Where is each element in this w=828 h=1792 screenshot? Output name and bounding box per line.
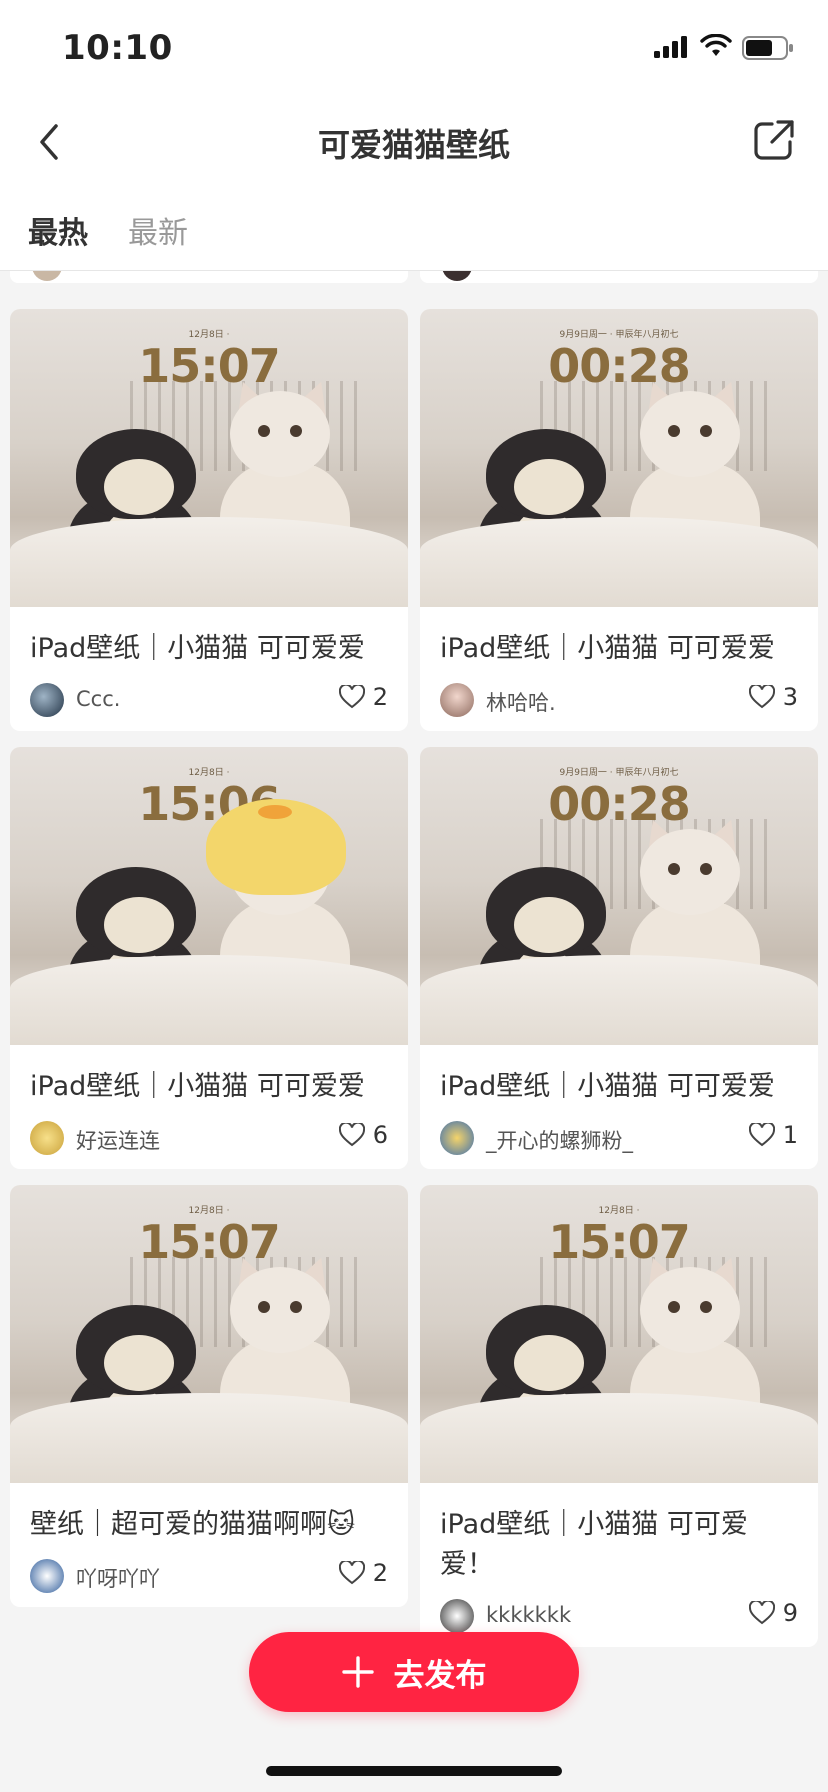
- previous-card-peek: [10, 271, 408, 283]
- card-author[interactable]: 好运连连: [76, 1125, 160, 1155]
- like-button[interactable]: 3: [748, 683, 798, 711]
- tab-bar: 最热 最新: [0, 188, 828, 271]
- card-title: iPad壁纸｜小猫猫 可可爱爱: [440, 1071, 775, 1102]
- page-title: 可爱猫猫壁纸: [317, 126, 510, 164]
- card-title: iPad壁纸｜小猫猫 可可爱爱！: [440, 1509, 748, 1580]
- wifi-icon: [700, 34, 732, 56]
- like-count: 3: [782, 683, 798, 711]
- heart-icon: [748, 1123, 775, 1147]
- card-cover-image: 12月8日 · 15:07: [10, 309, 408, 607]
- card-author[interactable]: kkkkkkk: [486, 1603, 571, 1627]
- cover-clock-text: 15:07: [138, 1215, 280, 1269]
- like-count: 2: [372, 1559, 388, 1587]
- note-card[interactable]: 9月9日周一 · 甲辰年八月初七 00:28 iPad壁纸｜小猫猫 可可爱爱 _…: [420, 747, 818, 1169]
- cover-clock-text: 00:28: [548, 777, 690, 831]
- avatar[interactable]: [440, 683, 474, 717]
- cover-clock-text: 15:07: [548, 1215, 690, 1269]
- card-cover-image: 12月8日 · 15:06: [10, 747, 408, 1045]
- like-button[interactable]: 9: [748, 1599, 798, 1627]
- cover-clock-text: 15:06: [138, 777, 280, 831]
- like-count: 9: [782, 1599, 798, 1627]
- card-title: iPad壁纸｜小猫猫 可可爱爱: [440, 633, 775, 664]
- avatar[interactable]: [440, 1599, 474, 1633]
- card-cover-image: 9月9日周一 · 甲辰年八月初七 00:28: [420, 309, 818, 607]
- cellular-signal-icon: [654, 36, 687, 58]
- like-count: 1: [782, 1121, 798, 1149]
- heart-icon: [748, 685, 775, 709]
- avatar[interactable]: [30, 683, 64, 717]
- heart-icon: [338, 685, 365, 709]
- note-card[interactable]: 12月8日 · 15:07 iPad壁纸｜小猫猫 可可爱爱 Ccc. 2: [10, 309, 408, 731]
- like-count: 2: [372, 683, 388, 711]
- status-bar: 10:10: [0, 0, 828, 96]
- tab-newest[interactable]: 最新: [128, 208, 188, 252]
- avatar[interactable]: [440, 1121, 474, 1155]
- card-author[interactable]: 吖呀吖吖: [76, 1563, 160, 1593]
- card-title: iPad壁纸｜小猫猫 可可爱爱: [30, 1071, 365, 1102]
- card-author[interactable]: 林哈哈.: [486, 687, 556, 717]
- card-author[interactable]: Ccc.: [76, 687, 120, 711]
- nav-bar: 可爱猫猫壁纸: [0, 96, 828, 188]
- tab-hottest[interactable]: 最热: [28, 208, 88, 252]
- like-button[interactable]: 2: [338, 1559, 388, 1587]
- note-card[interactable]: 12月8日 · 15:07 壁纸｜超可爱的猫猫啊啊🐱 吖呀吖吖 2: [10, 1185, 408, 1607]
- note-card[interactable]: 9月9日周一 · 甲辰年八月初七 00:28 iPad壁纸｜小猫猫 可可爱爱 林…: [420, 309, 818, 731]
- heart-icon: [338, 1123, 365, 1147]
- like-button[interactable]: 2: [338, 683, 388, 711]
- card-cover-image: 12月8日 · 15:07: [10, 1185, 408, 1483]
- home-indicator[interactable]: [266, 1766, 562, 1776]
- like-button[interactable]: 6: [338, 1121, 388, 1149]
- card-cover-image: 12月8日 · 15:07: [420, 1185, 818, 1483]
- card-title: iPad壁纸｜小猫猫 可可爱爱: [30, 633, 365, 664]
- waterfall-feed[interactable]: 12月8日 · 15:07 iPad壁纸｜小猫猫 可可爱爱 Ccc. 2 9月9…: [0, 271, 828, 1792]
- card-author[interactable]: _开心的螺狮粉_: [486, 1125, 633, 1155]
- card-cover-image: 9月9日周一 · 甲辰年八月初七 00:28: [420, 747, 818, 1045]
- previous-card-peek: [420, 271, 818, 283]
- note-card[interactable]: 12月8日 · 15:06 iPad壁纸｜小猫猫 可可爱爱 好运连连 6: [10, 747, 408, 1169]
- like-button[interactable]: 1: [748, 1121, 798, 1149]
- share-icon[interactable]: [752, 118, 796, 162]
- card-title: 壁纸｜超可爱的猫猫啊啊🐱: [30, 1509, 356, 1540]
- avatar[interactable]: [30, 1121, 64, 1155]
- avatar[interactable]: [30, 1559, 64, 1593]
- publish-label: 去发布: [393, 1657, 487, 1694]
- cover-clock-text: 00:28: [548, 339, 690, 393]
- cover-clock-text: 15:07: [138, 339, 280, 393]
- status-time: 10:10: [62, 28, 173, 68]
- note-card[interactable]: 12月8日 · 15:07 iPad壁纸｜小猫猫 可可爱爱！ kkkkkkk 9: [420, 1185, 818, 1647]
- heart-icon: [338, 1561, 365, 1585]
- plus-icon: [341, 1656, 374, 1688]
- like-count: 6: [372, 1121, 388, 1149]
- battery-icon: [742, 36, 793, 60]
- publish-button[interactable]: 去发布: [249, 1632, 579, 1712]
- heart-icon: [748, 1601, 775, 1625]
